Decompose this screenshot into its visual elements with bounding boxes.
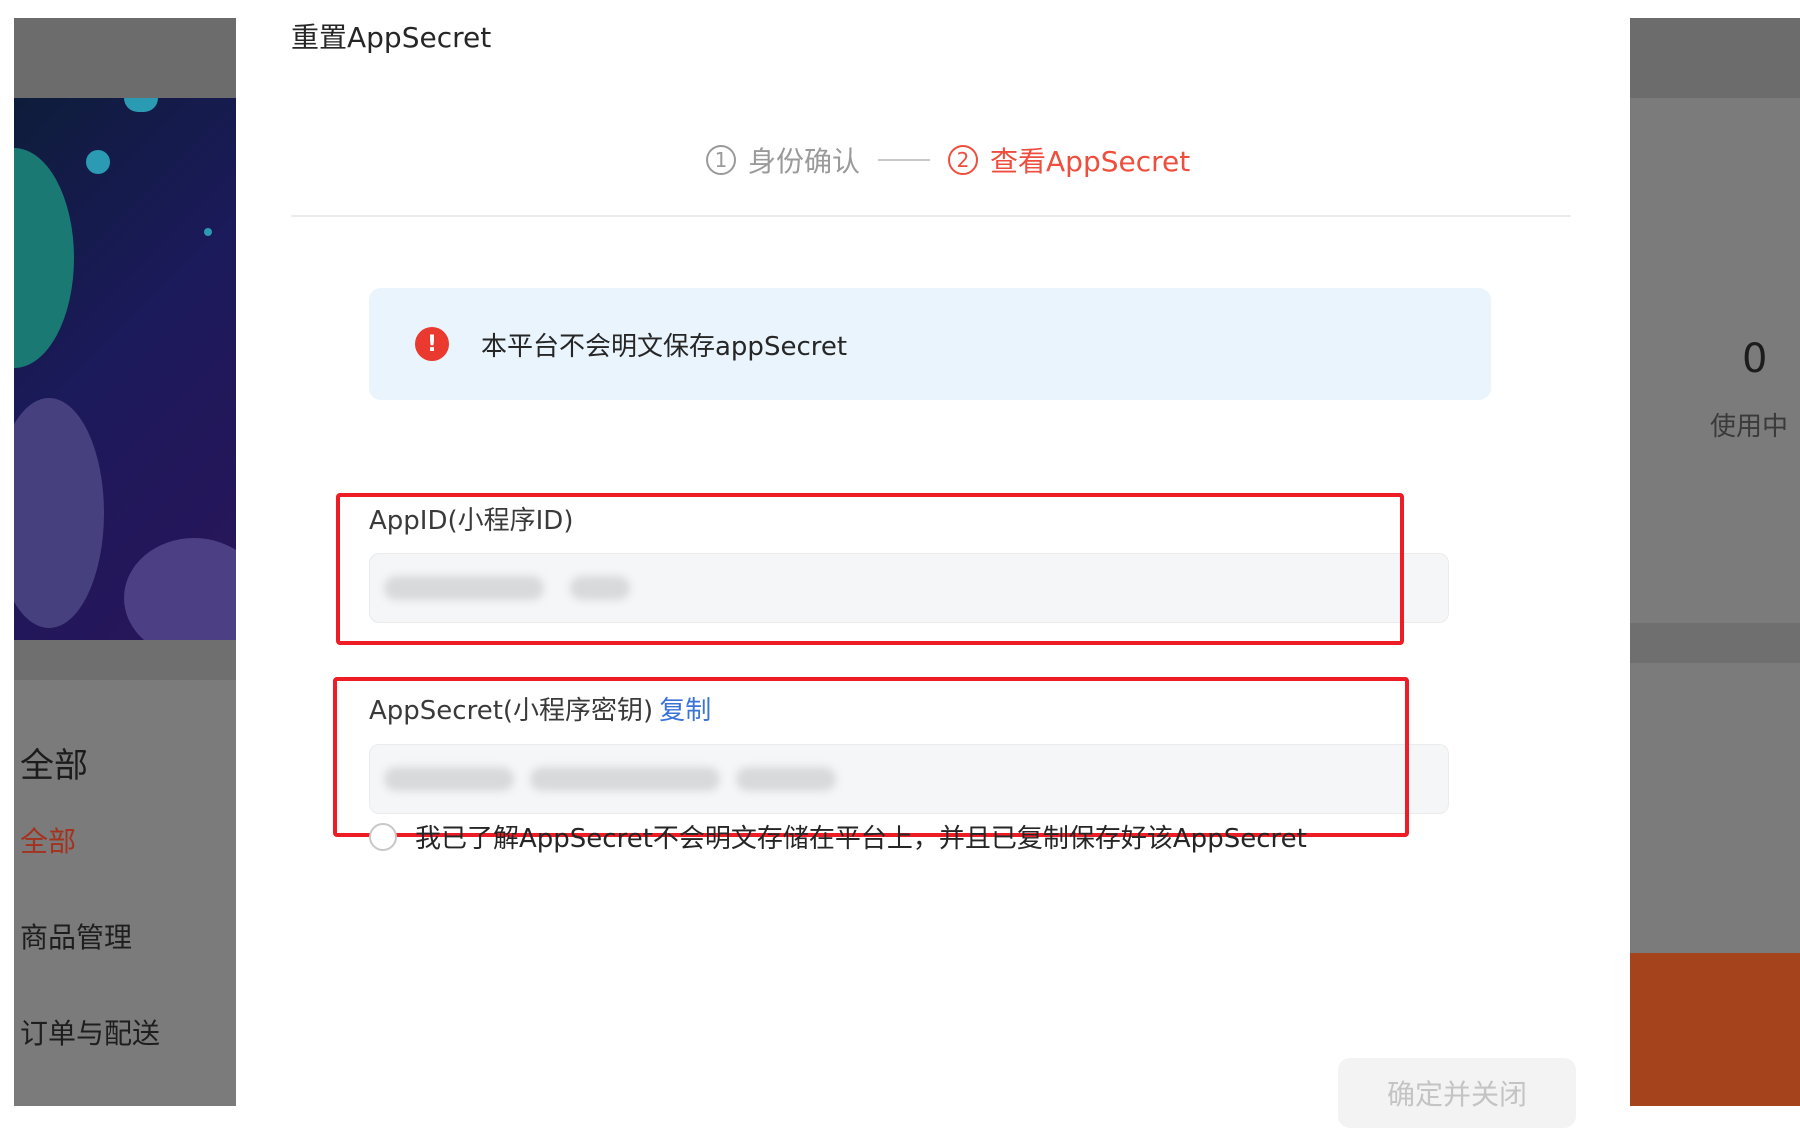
alert-message: 本平台不会明文保存appSecret: [481, 332, 848, 362]
info-alert: ! 本平台不会明文保存appSecret: [369, 288, 1491, 400]
dialog-title: 重置AppSecret: [291, 21, 492, 54]
step-number: 2: [948, 145, 979, 175]
step-label: 查看AppSecret: [990, 145, 1191, 178]
background-page-left: 全部 全部 商品管理 订单与配送: [14, 18, 236, 1106]
in-use-label: 使用中: [1710, 412, 1789, 442]
nav-item-all[interactable]: 全部: [20, 820, 76, 860]
agreement-row[interactable]: 我已了解AppSecret不会明文存储在平台上，并且已复制保存好该AppSecr…: [369, 818, 1307, 855]
highlight-box-appsecret: [333, 677, 1409, 837]
highlight-box-appid: [336, 493, 1404, 645]
agreement-radio[interactable]: [369, 822, 397, 851]
category-nav: 全部 全部 商品管理 订单与配送: [14, 680, 236, 1106]
agreement-text[interactable]: 我已了解AppSecret不会明文存储在平台上，并且已复制保存好该AppSecr…: [415, 818, 1307, 855]
category-title: 全部: [20, 746, 88, 786]
nav-item-products[interactable]: 商品管理: [20, 916, 132, 956]
nav-item-orders[interactable]: 订单与配送: [20, 1012, 160, 1052]
confirm-close-button[interactable]: 确定并关闭: [1338, 1058, 1576, 1128]
exclamation-icon: !: [415, 327, 449, 361]
step-indicator: 1 身份确认 2 查看AppSecret: [706, 140, 1190, 180]
step-view-appsecret: 2 查看AppSecret: [948, 140, 1190, 180]
step-label: 身份确认: [748, 145, 861, 178]
left-topbar: [14, 18, 236, 98]
step-identity-confirm: 1 身份确认: [706, 140, 860, 180]
promo-banner: [14, 98, 236, 640]
step-connector: [878, 159, 931, 161]
reset-appsecret-dialog: 重置AppSecret 1 身份确认 2 查看AppSecret ! 本平台不会…: [236, 0, 1630, 1128]
header-divider: [291, 215, 1571, 217]
promo-banner-right: [1630, 953, 1800, 1106]
background-page-right: 0 使用中: [1630, 18, 1800, 1106]
in-use-count: 0: [1742, 336, 1768, 382]
step-number: 1: [706, 145, 736, 175]
